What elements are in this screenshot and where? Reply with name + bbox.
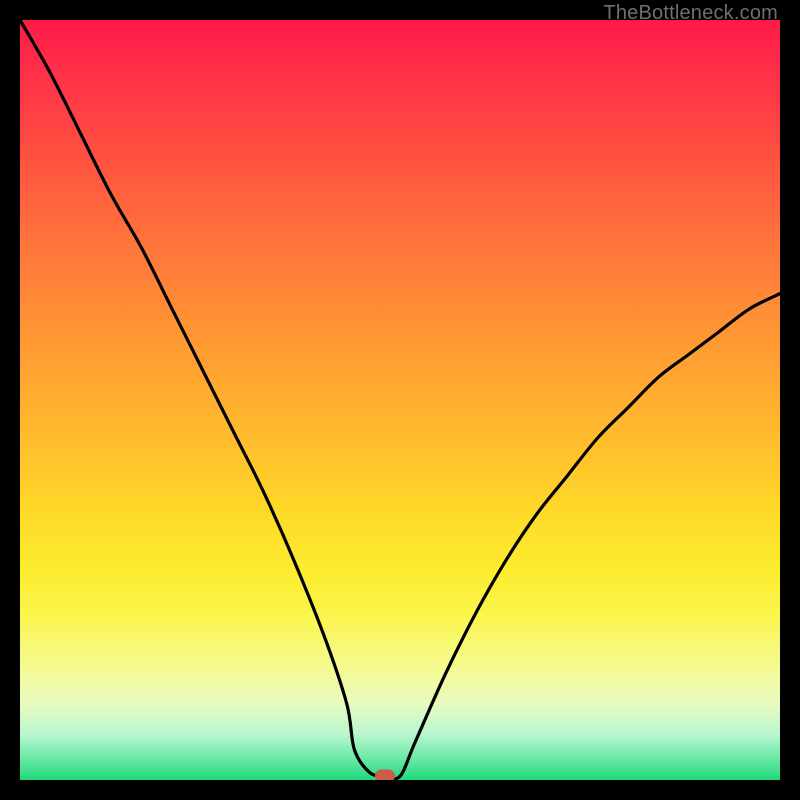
curve-layer	[20, 20, 780, 780]
minimum-marker	[375, 770, 395, 780]
bottleneck-curve-path	[20, 20, 780, 779]
plot-area	[20, 20, 780, 780]
chart-stage: TheBottleneck.com	[0, 0, 800, 800]
